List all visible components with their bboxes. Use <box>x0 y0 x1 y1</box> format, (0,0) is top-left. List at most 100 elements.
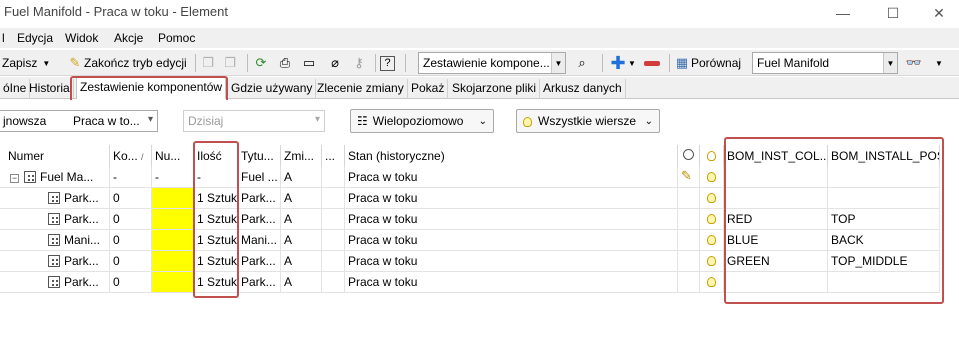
view-select-value: Zestawienie kompone... <box>423 56 550 70</box>
save-button[interactable]: Zapisz ▼ <box>2 53 50 73</box>
table-row[interactable]: Park... 0 1 Sztuk Park... A Praca w toku… <box>0 251 940 272</box>
cell-state: Praca w toku <box>345 230 678 251</box>
cell-number: Park... <box>0 209 110 230</box>
multilevel-label: Wielopoziomowo <box>372 114 464 128</box>
key-icon[interactable]: ⚷ <box>350 53 368 73</box>
bulb-icon <box>707 214 716 224</box>
cell-title: Park... <box>238 188 281 209</box>
cell-qty: 1 Sztuk <box>194 188 238 209</box>
copy-icon[interactable]: ❐ <box>199 53 217 73</box>
cell-number: Mani... <box>0 230 110 251</box>
col-header-bulb[interactable] <box>700 145 724 167</box>
menu-view[interactable]: Widok <box>65 31 98 45</box>
table-row[interactable]: Park... 0 1 Sztuk Park... A Praca w toku <box>0 272 940 293</box>
close-button[interactable]: ✕ <box>916 0 959 26</box>
multilevel-button[interactable]: ☷ Wielopoziomowo ⌄ <box>350 109 494 133</box>
assembly-icon <box>24 171 36 183</box>
table-row[interactable]: Mani... 0 1 Sztuk Mani... A Praca w toku… <box>0 230 940 251</box>
tab-associated-files[interactable]: Skojarzone pliki <box>449 79 541 99</box>
cell-ko: 0 <box>110 230 152 251</box>
bulb-icon <box>707 235 716 245</box>
cell-bulb <box>700 188 724 209</box>
chevron-down-icon[interactable]: ▼ <box>628 53 636 73</box>
tab-where-used[interactable]: Gdzie używany <box>228 79 317 99</box>
cell-ko: 0 <box>110 209 152 230</box>
col-header-qty[interactable]: Ilość <box>194 145 238 167</box>
cell-status <box>678 188 700 209</box>
plus-icon[interactable]: ✚ <box>609 53 627 73</box>
bulb-icon <box>707 151 716 161</box>
cell-title: Mani... <box>238 230 281 251</box>
tab-show[interactable]: Pokaż <box>408 79 449 99</box>
bulb-icon <box>707 256 716 266</box>
col-header-nu[interactable]: Nu... <box>152 145 194 167</box>
col-header-status-icon[interactable] <box>678 145 700 167</box>
print-icon[interactable]: ⎙ <box>276 53 294 73</box>
separator <box>247 54 248 72</box>
overflow-icon[interactable]: ▼ <box>935 53 943 73</box>
part-icon <box>48 276 60 288</box>
title-bar: Fuel Manifold - Praca w toku - Element —… <box>0 0 959 26</box>
part-icon <box>48 255 60 267</box>
col-header-number[interactable]: Numer <box>0 145 110 167</box>
col-header-ko[interactable]: Ko... / <box>110 145 152 167</box>
menu-edit[interactable]: Edycja <box>17 31 53 45</box>
cell-number-text: Mani... <box>64 233 101 247</box>
cell-qty: 1 Sztuk <box>194 230 238 251</box>
toolbar: Zapisz ▼ ✎ Zakończ tryb edycji ❐ ❐ ⟳ ⎙ ▭… <box>0 50 959 76</box>
cell-ko: 0 <box>110 272 152 293</box>
menu-file[interactable]: l <box>2 31 5 45</box>
tab-change-order[interactable]: Zlecenie zmiany <box>314 79 408 99</box>
refresh-icon[interactable]: ⟳ <box>252 53 270 73</box>
compare-target-select[interactable]: Fuel Manifold ▼ <box>752 52 898 74</box>
cell-title: Park... <box>238 272 281 293</box>
col-header-more[interactable]: ... <box>322 145 345 167</box>
tab-bar: óIne Historia Zestawienie komponentów Gd… <box>0 77 959 99</box>
pencil-icon: ✎ <box>69 55 81 70</box>
tab-datasheet[interactable]: Arkusz danych <box>540 79 626 99</box>
all-rows-button[interactable]: Wszystkie wiersze ⌄ <box>516 109 660 133</box>
paste-icon[interactable]: ❐ <box>221 53 239 73</box>
tab-components[interactable]: Zestawienie komponentów <box>76 77 227 99</box>
cell-qty: 1 Sztuk <box>194 251 238 272</box>
compare-button[interactable]: ▦ Porównaj <box>673 53 741 73</box>
collapse-icon[interactable]: − <box>10 174 19 183</box>
col-header-change[interactable]: Zmi... <box>281 145 322 167</box>
cell-bulb <box>700 167 724 188</box>
filter-icon[interactable]: ⌕ <box>573 53 591 73</box>
binoculars-icon[interactable]: 👓 <box>905 53 923 73</box>
minimize-button[interactable]: — <box>820 0 866 26</box>
cell-bom-pos: TOP <box>828 209 940 230</box>
table-row[interactable]: Park... 0 1 Sztuk Park... A Praca w toku <box>0 188 940 209</box>
maximize-button[interactable]: ☐ <box>870 0 916 26</box>
col-header-state[interactable]: Stan (historyczne) <box>345 145 678 167</box>
cell-number-text: Park... <box>64 191 99 205</box>
revision-filter[interactable]: jnowsza Praca w to... ▾ <box>0 110 158 132</box>
view-select[interactable]: Zestawienie kompone... ▼ <box>418 52 566 74</box>
cell-status <box>678 272 700 293</box>
separator <box>602 54 603 72</box>
cell-number-text: Park... <box>64 275 99 289</box>
col-header-bom-pos[interactable]: BOM_INSTALL_POS <box>828 145 940 167</box>
tab-history[interactable]: Historia <box>26 79 74 99</box>
cell-more <box>322 209 345 230</box>
cell-status <box>678 209 700 230</box>
attach-icon[interactable]: ⌀ <box>326 53 344 73</box>
col-header-title[interactable]: Tytu... <box>238 145 281 167</box>
help-icon[interactable]: ? <box>380 53 395 73</box>
menu-actions[interactable]: Akcje <box>114 31 143 45</box>
col-header-bom-color[interactable]: BOM_INST_COL... <box>724 145 828 167</box>
table-row[interactable]: Park... 0 1 Sztuk Park... A Praca w toku… <box>0 209 940 230</box>
cell-state: Praca w toku <box>345 272 678 293</box>
cell-bom-color: RED <box>724 209 828 230</box>
folder-icon[interactable]: ▭ <box>300 53 318 73</box>
finish-edit-button[interactable]: ✎ Zakończ tryb edycji <box>66 53 187 73</box>
menu-help[interactable]: Pomoc <box>158 31 195 45</box>
cell-more <box>322 251 345 272</box>
cell-state: Praca w toku <box>345 188 678 209</box>
minus-icon[interactable] <box>644 53 660 73</box>
cell-nu <box>152 272 194 293</box>
chevron-down-icon: ⌄ <box>644 115 653 127</box>
table-row[interactable]: − Fuel Ma... - - - Fuel ... A Praca w tok… <box>0 167 940 188</box>
save-label: Zapisz <box>2 56 38 70</box>
